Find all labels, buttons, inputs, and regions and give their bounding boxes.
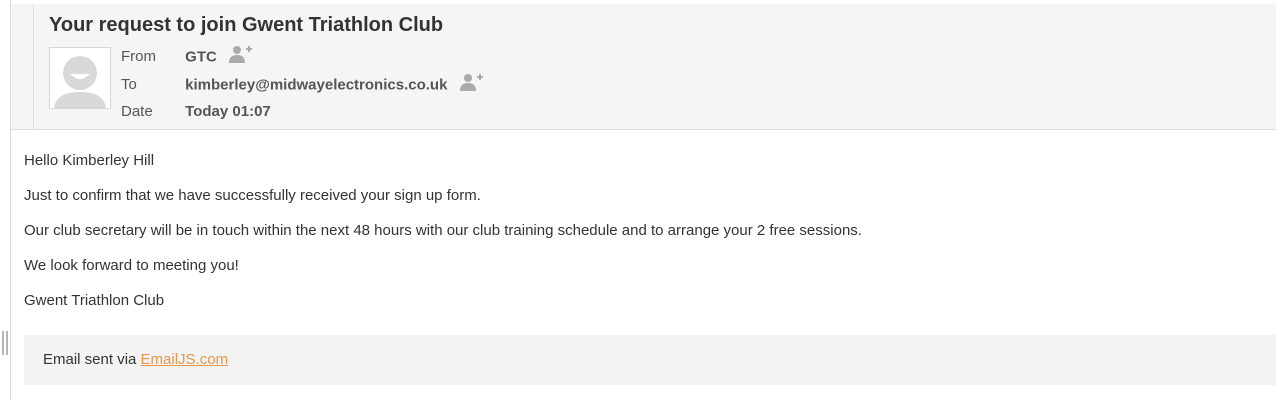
to-row: To kimberley@midwayelectronics.co.uk — [121, 73, 484, 95]
message-body: Hello Kimberley Hill Just to confirm tha… — [24, 150, 862, 325]
add-contact-icon[interactable] — [459, 73, 484, 98]
add-contact-icon[interactable] — [229, 45, 253, 70]
body-line: Our club secretary will be in touch with… — [24, 222, 862, 239]
body-line: Gwent Triathlon Club — [24, 292, 165, 309]
from-label: From — [121, 48, 156, 66]
date-label: Date — [121, 103, 153, 120]
body-line: Just to confirm that we have successfull… — [24, 187, 481, 204]
message-footer: Email sent via EmailJS.com — [24, 335, 1276, 385]
header-divider — [33, 4, 34, 129]
message-header: Your request to join Gwent Triathlon Clu… — [11, 4, 1276, 130]
body-line: We look forward to meeting you! — [24, 257, 239, 274]
body-line: Hello Kimberley Hill — [24, 152, 155, 169]
footer-prefix: Email sent via — [43, 351, 137, 368]
from-value[interactable]: GTC — [185, 48, 217, 65]
pane-resize-handle[interactable] — [2, 331, 10, 355]
date-value: Today 01:07 — [185, 103, 271, 120]
date-row: Date Today 01:07 — [121, 101, 271, 123]
message-subject: Your request to join Gwent Triathlon Clu… — [49, 14, 444, 36]
default-user-avatar-icon — [50, 48, 110, 108]
message-view: Your request to join Gwent Triathlon Clu… — [10, 0, 1276, 400]
from-row: From GTC — [121, 45, 253, 67]
to-label: To — [121, 76, 137, 94]
sender-avatar — [49, 47, 111, 109]
emailjs-link[interactable]: EmailJS.com — [141, 351, 229, 368]
to-value[interactable]: kimberley@midwayelectronics.co.uk — [185, 76, 447, 93]
